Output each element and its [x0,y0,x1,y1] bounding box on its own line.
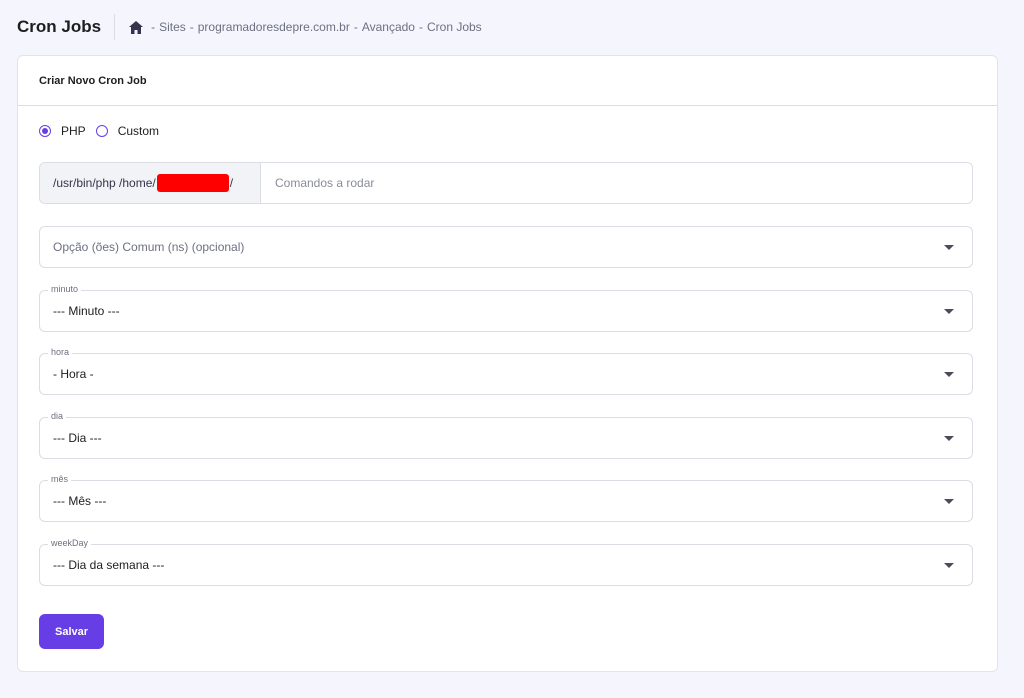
breadcrumb-item-advanced[interactable]: Avançado [362,20,415,34]
radio-selected-dot [42,128,48,134]
breadcrumb-separator: - [189,20,194,34]
breadcrumb-separator: - [353,20,358,34]
card-title: Criar Novo Cron Job [39,74,147,87]
weekday-label: weekDay [48,538,92,548]
chevron-down-icon [944,563,954,568]
day-label: dia [48,411,67,421]
breadcrumb-separator: - [151,20,156,34]
chevron-down-icon [944,245,954,250]
breadcrumb-separator: - [418,20,423,34]
page-title: Cron Jobs [17,17,102,36]
chevron-down-icon [944,372,954,377]
command-prefix: /usr/bin/php /home/ / [40,163,261,203]
breadcrumb-item-domain[interactable]: programadoresdepre.com.br [198,20,350,34]
hour-select[interactable]: hora - Hora - [39,347,973,395]
command-prefix-slash: / [229,176,234,190]
breadcrumb: - Sites - programadoresdepre.com.br - Av… [129,20,482,34]
minute-value: --- Minuto --- [53,304,120,318]
chevron-down-icon [944,499,954,504]
command-prefix-path: /usr/bin/php /home/ [53,176,156,190]
month-label: mês [48,474,72,484]
radio-custom[interactable] [95,125,108,137]
chevron-down-icon [944,436,954,441]
card-header: Criar Novo Cron Job [18,56,997,106]
create-cron-job-card: Criar Novo Cron Job PHP Custom /usr/bin/… [17,55,998,672]
redacted-username [156,174,229,192]
day-value: --- Dia --- [53,431,102,445]
month-select[interactable]: mês --- Mês --- [39,474,973,522]
weekday-select[interactable]: weekDay --- Dia da semana --- [39,538,973,586]
command-input[interactable] [261,163,972,203]
radio-php[interactable] [39,125,51,137]
chevron-down-icon [944,309,954,314]
type-radio-group: PHP Custom [39,124,169,138]
radio-php-label[interactable]: PHP [61,124,86,138]
common-options-select[interactable]: Opção (ões) Comum (ns) (opcional) [39,226,973,268]
minute-label: minuto [48,284,82,294]
common-options-placeholder: Opção (ões) Comum (ns) (opcional) [53,240,245,254]
hour-value: - Hora - [53,367,94,381]
home-icon[interactable] [129,20,144,34]
day-select[interactable]: dia --- Dia --- [39,411,973,459]
command-input-group: /usr/bin/php /home/ / [39,162,973,204]
hour-label: hora [48,347,73,357]
minute-select[interactable]: minuto --- Minuto --- [39,284,973,332]
breadcrumb-item-cron-jobs: Cron Jobs [426,20,482,34]
page-header: Cron Jobs - Sites - programadoresdepre.c… [17,14,482,40]
save-button[interactable]: Salvar [39,614,104,649]
weekday-value: --- Dia da semana --- [53,558,165,572]
radio-custom-label[interactable]: Custom [118,124,159,138]
breadcrumb-item-sites[interactable]: Sites [159,20,186,34]
header-divider [114,14,116,40]
month-value: --- Mês --- [53,494,107,508]
